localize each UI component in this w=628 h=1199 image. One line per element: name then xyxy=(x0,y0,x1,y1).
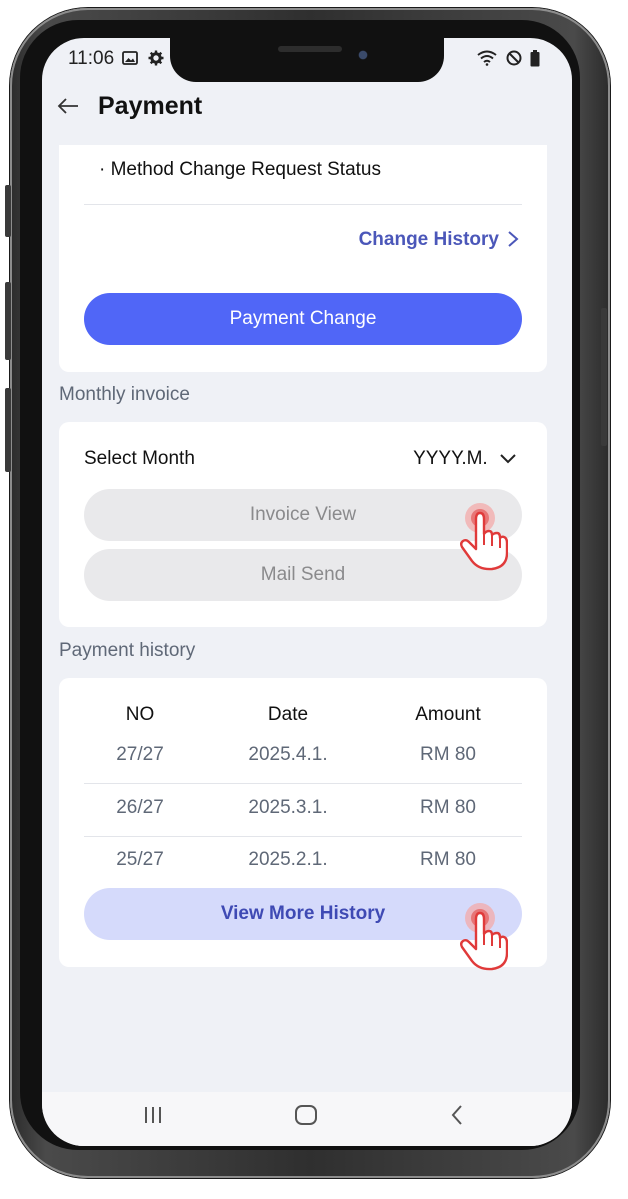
status-right-icons xyxy=(477,50,540,69)
method-change-status-text: · Method Change Request Status xyxy=(99,159,382,180)
do-not-disturb-icon xyxy=(506,50,522,66)
select-month-label: Select Month xyxy=(84,448,195,469)
row-amount: RM 80 xyxy=(420,849,476,870)
back-arrow-icon[interactable] xyxy=(56,94,80,125)
row-no: 27/27 xyxy=(116,744,164,765)
chevron-right-icon xyxy=(507,226,519,252)
payment-change-button[interactable]: Payment Change xyxy=(84,293,522,345)
battery-icon xyxy=(530,50,540,67)
app-header: Payment xyxy=(42,86,572,130)
change-history-link[interactable]: Change History xyxy=(359,226,519,252)
status-left-icons xyxy=(122,50,164,69)
month-select-value: YYYY.M. xyxy=(413,448,488,469)
payment-history-title: Payment history xyxy=(59,640,196,661)
tap-hand-icon xyxy=(460,903,508,971)
power-button xyxy=(601,308,607,446)
volume-up-button xyxy=(5,185,11,237)
column-header-date: Date xyxy=(267,704,309,725)
row-date: 2025.4.1. xyxy=(248,744,328,765)
row-date: 2025.3.1. xyxy=(248,797,328,818)
column-header-amount: Amount xyxy=(415,704,481,725)
status-time: 11:06 xyxy=(68,48,115,69)
camera-notch xyxy=(170,38,444,82)
home-icon[interactable] xyxy=(294,1104,318,1133)
payment-method-card: · Method Change Request Status Change Hi… xyxy=(59,145,547,372)
front-camera xyxy=(354,46,374,66)
change-history-label: Change History xyxy=(358,229,499,250)
earpiece-speaker xyxy=(278,46,342,52)
back-icon[interactable] xyxy=(450,1104,464,1133)
volume-down-button xyxy=(5,282,11,360)
row-date: 2025.2.1. xyxy=(248,849,328,870)
recent-apps-icon[interactable] xyxy=(142,1104,164,1133)
tap-hand-icon xyxy=(460,503,508,571)
phone-screen: 11:06 Payment · Method Change Request St… xyxy=(42,38,572,1146)
gear-icon xyxy=(148,50,164,66)
row-divider xyxy=(84,836,522,837)
row-no: 25/27 xyxy=(116,849,164,870)
row-amount: RM 80 xyxy=(420,744,476,765)
image-icon xyxy=(122,51,138,65)
monthly-invoice-title: Monthly invoice xyxy=(59,384,190,405)
android-nav-bar xyxy=(42,1092,572,1146)
column-header-no: NO xyxy=(125,704,155,725)
page-title: Payment xyxy=(98,92,203,120)
bixby-button xyxy=(5,388,11,472)
wifi-icon xyxy=(477,50,497,66)
chevron-down-icon xyxy=(500,454,516,464)
row-amount: RM 80 xyxy=(420,797,476,818)
row-no: 26/27 xyxy=(116,797,164,818)
divider xyxy=(84,204,522,205)
row-divider xyxy=(84,783,522,784)
month-select-dropdown[interactable]: YYYY.M. xyxy=(413,448,517,470)
